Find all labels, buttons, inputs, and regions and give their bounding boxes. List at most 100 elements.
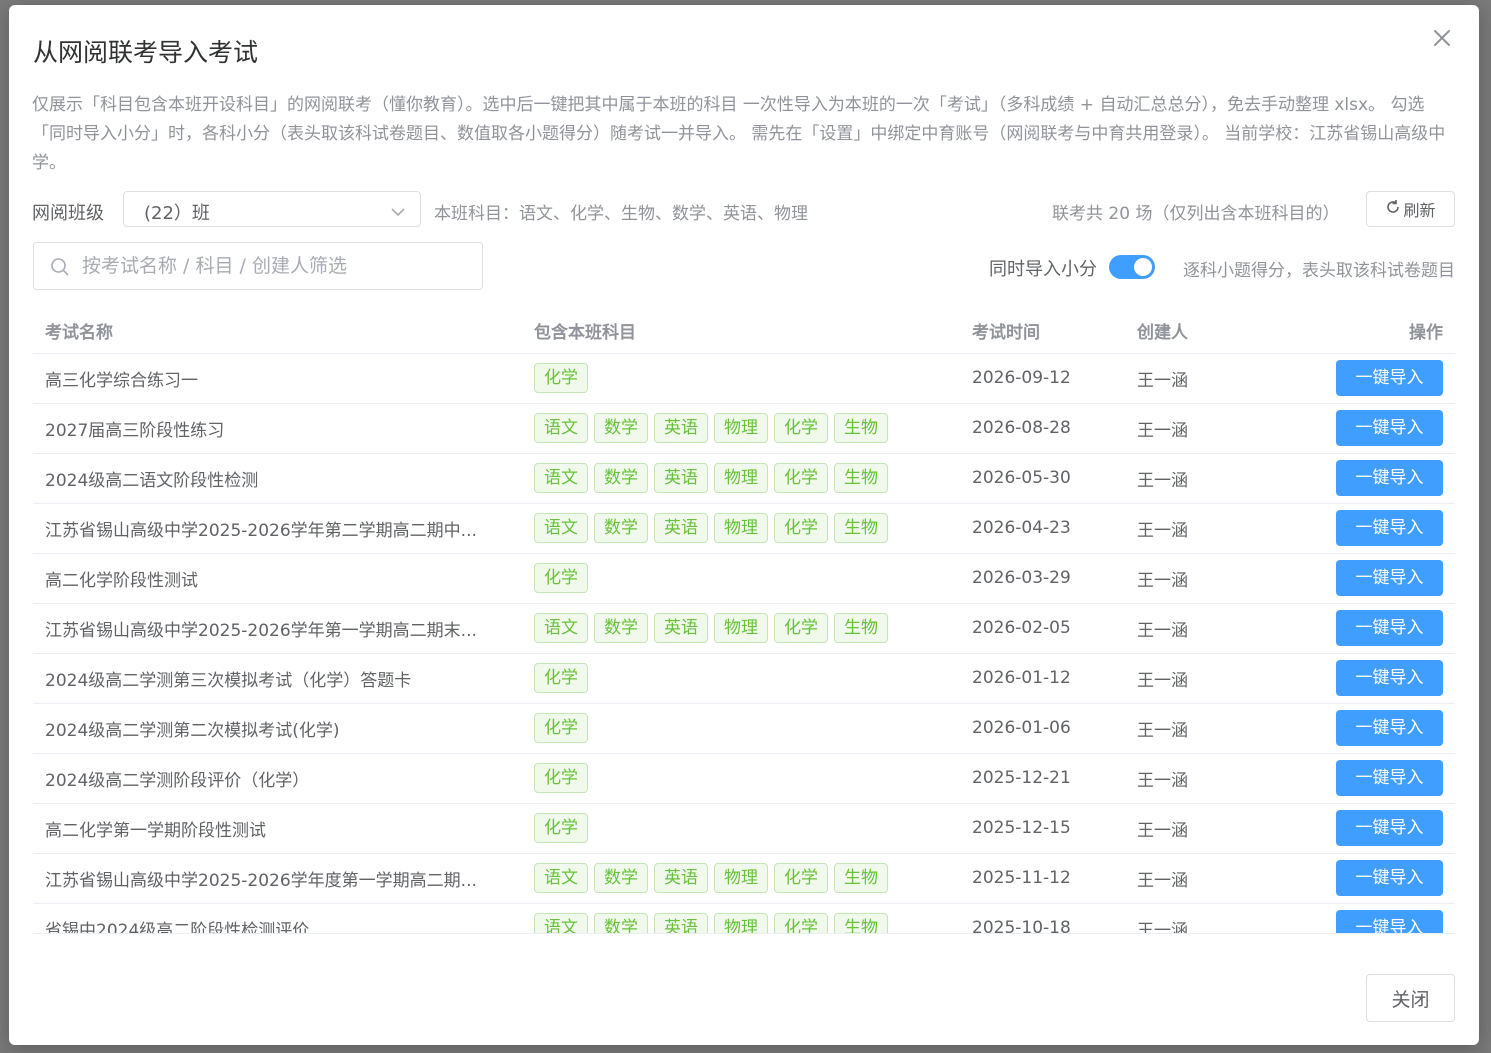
subject-tag: 化学 (534, 363, 588, 393)
exam-name-cell: 省锡中2024级高二阶段性检测评价 (33, 903, 522, 933)
refresh-button[interactable]: 刷新 (1366, 191, 1455, 227)
subject-tag: 化学 (534, 813, 588, 843)
exam-name-cell: 江苏省锡山高级中学2025-2026学年度第一学期高二期... (33, 853, 522, 904)
import-button[interactable]: 一键导入 (1336, 860, 1443, 896)
subject-tag: 数学 (594, 863, 648, 893)
action-cell: 一键导入 (1265, 853, 1455, 904)
close-button[interactable]: 关闭 (1366, 974, 1455, 1022)
subject-tag: 物理 (714, 413, 768, 443)
class-select[interactable]: (22）班 (123, 191, 421, 227)
table-row: 江苏省锡山高级中学2025-2026学年第二学期高二期中... 语文 数学 英语 物理化… (33, 503, 1455, 554)
import-button[interactable]: 一键导入 (1336, 810, 1443, 846)
search-input[interactable] (82, 251, 472, 281)
import-button[interactable]: 一键导入 (1336, 710, 1443, 746)
subject-tag: 化学 (774, 913, 828, 933)
subjects-cell: 化学 (522, 703, 960, 754)
subject-tag: 语文 (534, 413, 588, 443)
subject-tag: 语文 (534, 513, 588, 543)
creator-cell: 王一涵 (1125, 603, 1265, 654)
class-label: 网阅班级 (32, 203, 104, 224)
import-button[interactable]: 一键导入 (1336, 610, 1443, 646)
subjects-cell: 语文 数学 英语 物理 化学 生物 (522, 503, 960, 554)
subject-tag: 化学 (534, 713, 588, 743)
action-cell: 一键导入 (1265, 803, 1455, 854)
import-button[interactable]: 一键导入 (1336, 760, 1443, 796)
subject-tag: 化学 (774, 513, 828, 543)
exam-table: 考试名称 包含本班科目 考试时间 创建人 操作 高三化学综合练习一 化学 2026-… (33, 308, 1455, 934)
exam-name-cell: 2024级高二语文阶段性检测 (33, 453, 522, 504)
header-creator: 创建人 (1125, 308, 1265, 354)
import-button[interactable]: 一键导入 (1336, 360, 1443, 396)
close-icon[interactable] (1431, 27, 1453, 49)
exam-time-cell: 2026-02-05 (960, 603, 1125, 654)
creator-cell: 王一涵 (1125, 353, 1265, 404)
exam-time-cell: 2025-12-15 (960, 803, 1125, 854)
subject-tag: 语文 (534, 913, 588, 933)
subject-tag: 生物 (834, 513, 888, 543)
subject-tag: 生物 (834, 463, 888, 493)
subject-tag: 语文 (534, 613, 588, 643)
subject-tag: 数学 (594, 413, 648, 443)
subscore-toggle-hint: 逐科小题得分，表头取该科试卷题目 (1183, 261, 1455, 281)
refresh-icon (1385, 199, 1401, 219)
action-cell: 一键导入 (1265, 603, 1455, 654)
creator-cell: 王一涵 (1125, 403, 1265, 454)
subjects-cell: 化学 (522, 653, 960, 704)
subscore-toggle-switch[interactable] (1109, 255, 1155, 279)
creator-cell: 王一涵 (1125, 453, 1265, 504)
dialog-title: 从网阅联考导入考试 (33, 38, 259, 67)
class-subjects-text: 本班科目：语文、化学、生物、数学、英语、物理 (434, 204, 808, 224)
table-row: 江苏省锡山高级中学2025-2026学年第一学期高二期末... 语文 数学 英语 物理化… (33, 603, 1455, 654)
subject-tag: 生物 (834, 863, 888, 893)
subject-tag: 英语 (654, 413, 708, 443)
table-row: 2024级高二语文阶段性检测 语文 数学 英语 物理 化学 生物 2026-05-30 王一涵 一… (33, 453, 1455, 504)
creator-cell: 王一涵 (1125, 703, 1265, 754)
import-button[interactable]: 一键导入 (1336, 410, 1443, 446)
subject-tag: 英语 (654, 613, 708, 643)
subject-tag: 物理 (714, 463, 768, 493)
exam-name-cell: 高二化学阶段性测试 (33, 553, 522, 604)
exam-time-cell: 2026-05-30 (960, 453, 1125, 504)
exam-name-cell: 2024级高二学测第二次模拟考试(化学) (33, 703, 522, 754)
subject-tag: 数学 (594, 913, 648, 933)
subject-tag: 生物 (834, 613, 888, 643)
table-row: 2024级高二学测阶段评价（化学） 化学 2025-12-21 王一涵 一键导入 (33, 753, 1455, 804)
import-button[interactable]: 一键导入 (1336, 510, 1443, 546)
subjects-cell: 语文 数学 英语 物理 化学 生物 (522, 453, 960, 504)
subject-tag: 数学 (594, 513, 648, 543)
subject-tag: 生物 (834, 413, 888, 443)
subject-tag: 物理 (714, 863, 768, 893)
subject-tag: 生物 (834, 913, 888, 933)
import-button[interactable]: 一键导入 (1336, 660, 1443, 696)
subjects-cell: 语文 数学 英语 物理 化学 生物 (522, 603, 960, 654)
subject-tag: 化学 (774, 863, 828, 893)
import-button[interactable]: 一键导入 (1336, 910, 1443, 933)
action-cell: 一键导入 (1265, 903, 1455, 933)
dialog-description: 仅展示「科目包含本班开设科目」的网阅联考（懂你教育）。选中后一键把其中属于本班的… (32, 95, 1446, 173)
import-button[interactable]: 一键导入 (1336, 560, 1443, 596)
action-cell: 一键导入 (1265, 503, 1455, 554)
subject-tag: 化学 (534, 763, 588, 793)
table-header-row: 考试名称 包含本班科目 考试时间 创建人 操作 (33, 308, 1455, 354)
exam-time-cell: 2026-04-23 (960, 503, 1125, 554)
exam-name-cell: 2024级高二学测阶段评价（化学） (33, 753, 522, 804)
table-row: 2024级高二学测第二次模拟考试(化学) 化学 2026-01-06 王一涵 一键导入 (33, 703, 1455, 754)
subjects-cell: 化学 (522, 353, 960, 404)
exam-name-cell: 高三化学综合练习一 (33, 353, 522, 404)
table-row: 省锡中2024级高二阶段性检测评价 语文 数学 英语 物理 化学 生物 2025-10-18 王… (33, 903, 1455, 933)
subject-tag: 物理 (714, 613, 768, 643)
subject-tag: 语文 (534, 863, 588, 893)
exam-name-cell: 2024级高二学测第三次模拟考试（化学）答题卡 (33, 653, 522, 704)
subject-tag: 数学 (594, 463, 648, 493)
import-button[interactable]: 一键导入 (1336, 460, 1443, 496)
subject-tag: 化学 (774, 413, 828, 443)
creator-cell: 王一涵 (1125, 803, 1265, 854)
subjects-cell: 语文 数学 英语 物理 化学 生物 (522, 903, 960, 933)
subjects-cell: 化学 (522, 803, 960, 854)
subjects-cell: 语文 数学 英语 物理 化学 生物 (522, 853, 960, 904)
class-select-value: (22）班 (144, 203, 210, 224)
header-exam-name: 考试名称 (33, 308, 522, 354)
subject-tag: 英语 (654, 513, 708, 543)
subject-tag: 英语 (654, 913, 708, 933)
subjects-cell: 语文 数学 英语 物理 化学 生物 (522, 403, 960, 454)
